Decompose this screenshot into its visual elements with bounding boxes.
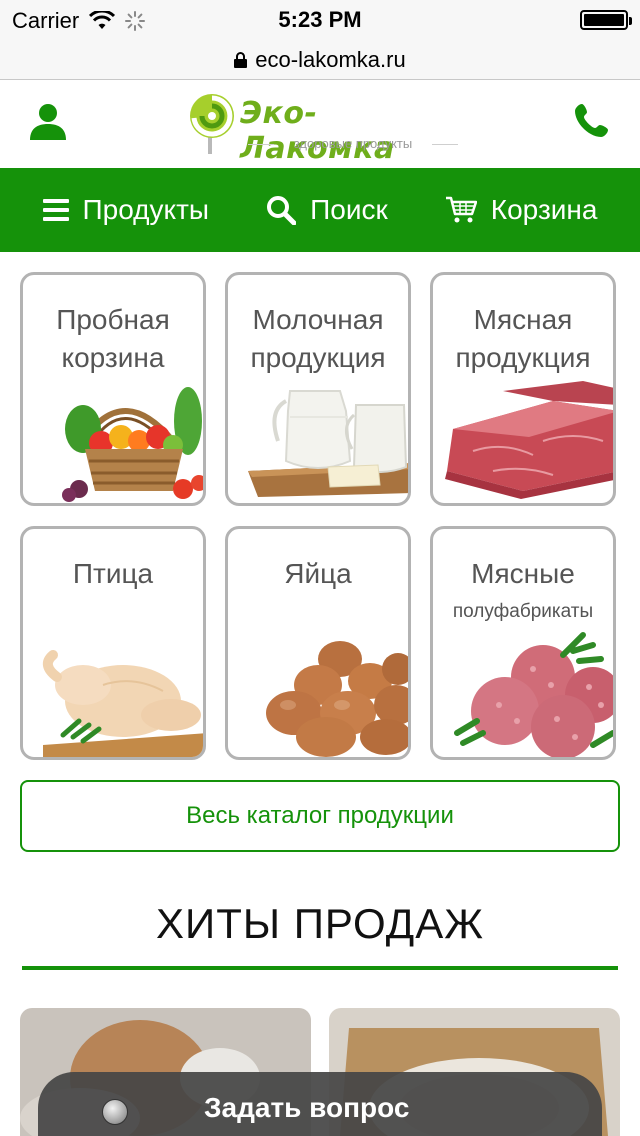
logo[interactable]: Эко-Лакомка здоровые продукты xyxy=(180,84,464,166)
search-icon xyxy=(267,196,297,225)
category-title: Молочная продукция xyxy=(250,304,386,373)
logo-subtitle: здоровые продукты xyxy=(244,136,462,151)
status-time: 5:23 PM xyxy=(278,7,362,32)
eggs-image xyxy=(266,641,408,757)
url-bar[interactable]: eco-lakomka.ru xyxy=(0,40,640,80)
category-dairy[interactable]: Молочная продукция xyxy=(225,272,411,506)
category-title: Пробная корзина xyxy=(56,304,170,373)
nav-cart-label: Корзина xyxy=(490,194,598,225)
user-icon[interactable] xyxy=(28,102,68,142)
category-poultry[interactable]: Птица xyxy=(20,526,206,760)
nav-products[interactable]: Продукты xyxy=(42,194,210,226)
meatballs-image xyxy=(454,632,613,757)
status-bar: Carrier 5:23 PM xyxy=(0,0,640,40)
nav-products-label: Продукты xyxy=(82,194,210,225)
logo-title: Эко-Лакомка xyxy=(240,96,395,166)
ask-question-label: Задать вопрос xyxy=(204,1092,410,1123)
category-meat-semifinished[interactable]: Мясные полуфабрикаты xyxy=(430,526,616,760)
nav-cart[interactable]: Корзина xyxy=(445,194,598,226)
category-title-main: Мясные xyxy=(471,558,575,589)
site-header: Эко-Лакомка здоровые продукты xyxy=(0,80,640,168)
battery-icon xyxy=(580,10,632,30)
category-title: Птица xyxy=(72,558,154,589)
nav-search[interactable]: Поиск xyxy=(266,194,388,226)
category-title: Мясные полуфабрикаты xyxy=(433,555,613,625)
vegetable-basket-image xyxy=(62,387,203,502)
menu-icon xyxy=(42,199,69,221)
hits-divider xyxy=(22,966,618,970)
status-dot-icon xyxy=(102,1099,128,1125)
category-grid: Пробная корзина Молочная продукция Мясна… xyxy=(0,252,640,760)
lock-icon xyxy=(234,51,248,68)
category-eggs[interactable]: Яйца xyxy=(225,526,411,760)
hits-title: ХИТЫ ПРОДАЖ xyxy=(156,900,484,947)
phone-icon[interactable] xyxy=(574,102,610,138)
raw-beef-image xyxy=(445,381,613,499)
raw-chicken-image xyxy=(42,650,203,757)
logo-swirl-icon xyxy=(190,94,234,154)
main-nav: Продукты Поиск Корзина xyxy=(0,168,640,252)
url-text: eco-lakomka.ru xyxy=(255,46,406,72)
full-catalog-button[interactable]: Весь каталог продукции xyxy=(20,780,620,852)
category-title: Мясная продукция xyxy=(455,304,591,373)
nav-search-label: Поиск xyxy=(310,194,388,225)
category-trial-basket[interactable]: Пробная корзина xyxy=(20,272,206,506)
category-title: Яйца xyxy=(284,558,352,589)
cart-icon xyxy=(445,196,477,223)
ask-question-button[interactable]: Задать вопрос xyxy=(38,1072,602,1136)
milk-jugs-image xyxy=(248,390,408,497)
category-meat[interactable]: Мясная продукция xyxy=(430,272,616,506)
category-subtitle: полуфабрикаты xyxy=(452,601,594,622)
